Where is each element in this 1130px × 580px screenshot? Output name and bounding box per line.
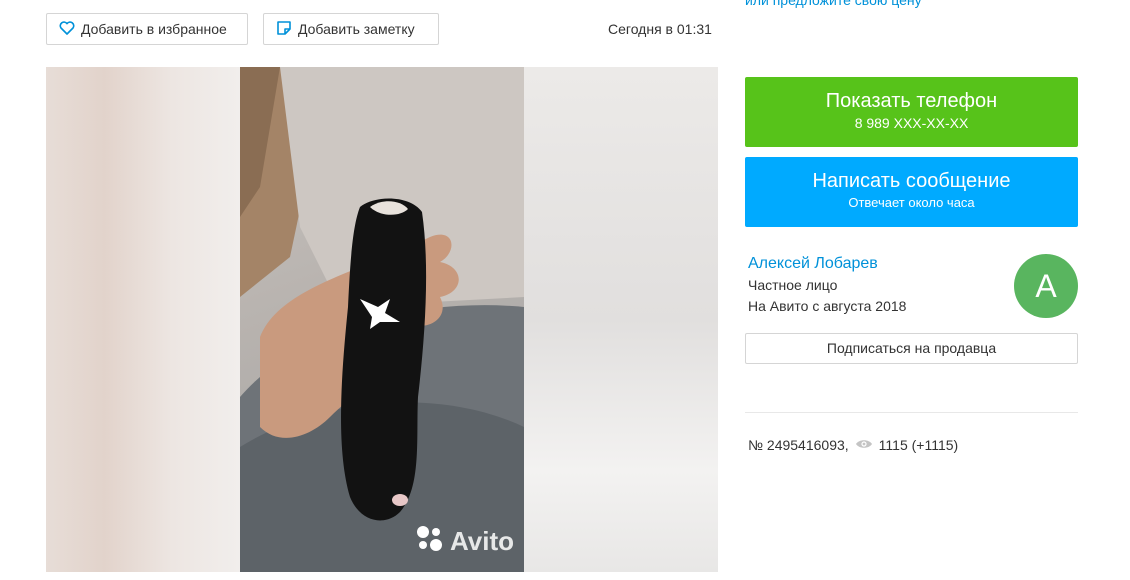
- seller-name-link[interactable]: Алексей Лобарев: [748, 255, 878, 273]
- show-phone-title: Показать телефон: [825, 90, 998, 112]
- write-message-title: Написать сообщение: [812, 170, 1011, 192]
- write-message-button[interactable]: Написать сообщение Отвечает около часа: [745, 157, 1078, 227]
- phone-number-masked: 8 989 XXX-XX-XX: [854, 115, 969, 131]
- response-time: Отвечает около часа: [848, 195, 975, 210]
- avito-watermark: Avito: [414, 523, 514, 560]
- subscribe-seller-button[interactable]: Подписаться на продавца: [745, 333, 1078, 364]
- ad-meta: № 2495416093, 1115 (+1115): [748, 437, 958, 453]
- avito-watermark-text: Avito: [449, 526, 514, 556]
- ad-number: № 2495416093,: [748, 437, 849, 453]
- divider: [745, 412, 1078, 413]
- views-count: 1115 (+1115): [878, 437, 959, 453]
- seller-avatar[interactable]: А: [1014, 254, 1078, 318]
- show-phone-button[interactable]: Показать телефон 8 989 XXX-XX-XX: [745, 77, 1078, 147]
- seller-since: На Авито с августа 2018: [748, 298, 907, 314]
- seller-type: Частное лицо: [748, 277, 838, 293]
- photo-gallery[interactable]: Avito: [46, 67, 718, 572]
- note-icon: [276, 20, 292, 39]
- listing-photo[interactable]: Avito: [240, 67, 524, 572]
- add-note-label: Добавить заметку: [298, 21, 415, 37]
- gallery-blur-left: [46, 67, 240, 572]
- heart-icon: [59, 20, 75, 38]
- eye-icon: [855, 437, 873, 453]
- add-to-favorites-button[interactable]: Добавить в избранное: [46, 13, 248, 45]
- add-note-button[interactable]: Добавить заметку: [263, 13, 439, 45]
- gallery-blur-right: [524, 67, 718, 572]
- make-offer-link[interactable]: или предложите свою цену: [745, 0, 922, 8]
- posted-date: Сегодня в 01:31: [608, 21, 712, 37]
- add-to-favorites-label: Добавить в избранное: [81, 21, 227, 37]
- avito-logo-icon: [414, 523, 444, 560]
